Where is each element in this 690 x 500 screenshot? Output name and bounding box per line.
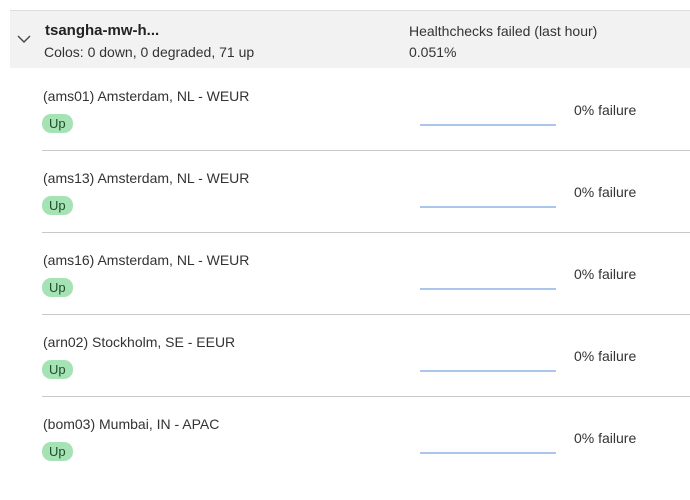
colo-row: (ams16) Amsterdam, NL - WEUR Up 0% failu… — [42, 233, 690, 315]
colo-name: (ams01) Amsterdam, NL - WEUR — [43, 88, 250, 104]
failure-text: 0% failure — [574, 430, 637, 446]
colo-row: (bom03) Mumbai, IN - APAC Up 0% failure — [42, 397, 690, 479]
failure-text: 0% failure — [574, 266, 637, 282]
status-badge: Up — [42, 360, 73, 379]
colo-name: (arn02) Stockholm, SE - EEUR — [43, 334, 236, 350]
colo-name: (bom03) Mumbai, IN - APAC — [43, 416, 220, 432]
healthchecks-label: Healthchecks failed (last hour) — [409, 23, 598, 39]
failure-sparkline — [420, 370, 556, 372]
group-name: tsangha-mw-h... — [45, 22, 160, 39]
group-header[interactable]: tsangha-mw-h... Colos: 0 down, 0 degrade… — [10, 10, 690, 68]
healthchecks-value: 0.051% — [409, 44, 457, 60]
colo-name: (ams13) Amsterdam, NL - WEUR — [43, 170, 250, 186]
colo-list: (ams01) Amsterdam, NL - WEUR Up 0% failu… — [42, 69, 690, 479]
colo-name: (ams16) Amsterdam, NL - WEUR — [43, 252, 250, 268]
failure-text: 0% failure — [574, 184, 637, 200]
colo-row: (ams01) Amsterdam, NL - WEUR Up 0% failu… — [42, 69, 690, 151]
failure-text: 0% failure — [574, 102, 637, 118]
status-badge: Up — [42, 114, 73, 133]
failure-sparkline — [420, 124, 556, 126]
colo-row: (ams13) Amsterdam, NL - WEUR Up 0% failu… — [42, 151, 690, 233]
status-badge: Up — [42, 196, 73, 215]
group-colos-summary: Colos: 0 down, 0 degraded, 71 up — [44, 44, 255, 60]
failure-sparkline — [420, 452, 556, 454]
colo-row: (arn02) Stockholm, SE - EEUR Up 0% failu… — [42, 315, 690, 397]
chevron-down-icon[interactable] — [16, 31, 32, 47]
status-badge: Up — [42, 278, 73, 297]
failure-text: 0% failure — [574, 348, 637, 364]
failure-sparkline — [420, 206, 556, 208]
failure-sparkline — [420, 288, 556, 290]
status-badge: Up — [42, 442, 73, 461]
healthcheck-page: tsangha-mw-h... Colos: 0 down, 0 degrade… — [0, 0, 690, 500]
